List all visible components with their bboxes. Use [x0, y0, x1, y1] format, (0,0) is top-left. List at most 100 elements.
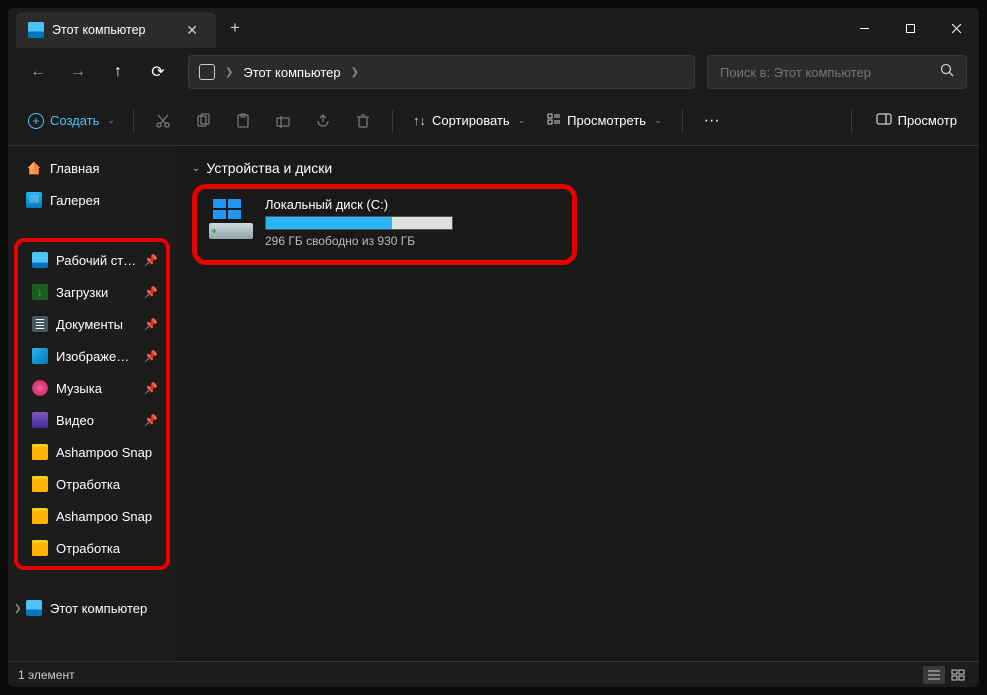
sidebar-item[interactable]: Галерея [12, 184, 172, 216]
back-button[interactable]: ← [20, 56, 56, 88]
sidebar-item[interactable]: Видео 📌 [18, 404, 166, 436]
this-pc-icon [28, 22, 44, 38]
close-tab-icon[interactable]: ✕ [180, 20, 204, 41]
sidebar-item[interactable]: ❯ Этот компьютер [12, 592, 172, 624]
pin-icon: 📌 [144, 382, 158, 395]
cut-button[interactable] [144, 104, 182, 138]
search-input[interactable] [720, 65, 932, 80]
folder-icon [32, 508, 48, 524]
sidebar-item-label: Музыка [56, 381, 136, 396]
sidebar-item-label: Ashampoo Snap [56, 509, 158, 524]
details-view-button[interactable] [923, 666, 945, 684]
sort-label: Сортировать [432, 113, 510, 128]
drive-status: 296 ГБ свободно из 930 ГБ [265, 234, 560, 248]
drive-c[interactable]: Локальный диск (C:) 296 ГБ свободно из 9… [265, 197, 560, 248]
delete-button[interactable] [344, 104, 382, 138]
sidebar-item[interactable]: Ashampoo Snap [18, 436, 166, 468]
view-label: Просмотреть [567, 113, 646, 128]
breadcrumb[interactable]: ❯ Этот компьютер ❯ [188, 55, 695, 89]
rename-button[interactable] [264, 104, 302, 138]
sidebar-item[interactable]: Изображения📌 [18, 340, 166, 372]
toolbar: + Создать ⌄ ↑↓ Сортировать ⌄ Просмотреть… [8, 96, 979, 146]
music-icon [32, 380, 48, 396]
sidebar-item-label: Этот компьютер [50, 601, 164, 616]
sidebar-item-label: Отработка [56, 541, 158, 556]
pin-icon: 📌 [144, 318, 158, 331]
preview-icon [876, 113, 892, 128]
docs-icon [32, 316, 48, 332]
images-icon [32, 348, 48, 364]
chevron-right-icon[interactable]: ❯ [225, 67, 233, 78]
up-button[interactable]: ↑ [100, 56, 136, 88]
tiles-view-button[interactable] [947, 666, 969, 684]
monitor-icon [199, 64, 215, 80]
pin-icon: 📌 [144, 254, 158, 267]
create-button[interactable]: + Создать ⌄ [20, 107, 123, 135]
sidebar-item-label: Рабочий стол [56, 253, 136, 268]
more-button[interactable]: ··· [693, 104, 731, 138]
pin-icon: 📌 [144, 286, 158, 299]
sidebar: ГлавнаяГалерея Рабочий стол📌Загрузки📌Док… [8, 146, 176, 661]
search-box[interactable] [707, 55, 967, 89]
home-icon [26, 160, 42, 176]
sidebar-item-label: Загрузки [56, 285, 136, 300]
sort-icon: ↑↓ [413, 113, 426, 128]
explorer-window: Этот компьютер ✕ + ← → ↑ ⟳ ❯ Этот компью… [8, 8, 979, 687]
video-icon [32, 412, 48, 428]
sidebar-item-label: Видео [56, 413, 136, 428]
sidebar-item-label: Документы [56, 317, 136, 332]
minimize-button[interactable] [841, 8, 887, 48]
titlebar: Этот компьютер ✕ + [8, 8, 979, 48]
drive-name: Локальный диск (C:) [265, 197, 560, 212]
drive-usage-bar [265, 216, 453, 230]
sidebar-item[interactable]: Рабочий стол 📌 [18, 244, 166, 276]
section-title: Устройства и диски [206, 160, 332, 176]
preview-pane-button[interactable]: Просмотр [866, 107, 967, 134]
close-button[interactable] [933, 8, 979, 48]
create-label: Создать [50, 113, 99, 128]
chevron-right-icon[interactable]: ❯ [14, 603, 22, 614]
sidebar-item[interactable]: Музыка 📌 [18, 372, 166, 404]
pc-icon [26, 600, 42, 616]
paste-button[interactable] [224, 104, 262, 138]
refresh-button[interactable]: ⟳ [140, 56, 176, 88]
sidebar-item-label: Ashampoo Snap [56, 445, 158, 460]
pin-icon: 📌 [144, 414, 158, 427]
share-button[interactable] [304, 104, 342, 138]
sort-button[interactable]: ↑↓ Сортировать ⌄ [403, 107, 535, 134]
tab-this-pc[interactable]: Этот компьютер ✕ [16, 12, 216, 48]
address-bar: ← → ↑ ⟳ ❯ Этот компьютер ❯ [8, 48, 979, 96]
annotation-pinned-highlight: Рабочий стол 📌 Загрузки 📌 Документы 📌 Изображе… [14, 238, 170, 570]
sidebar-item[interactable]: Загрузки 📌 [18, 276, 166, 308]
breadcrumb-location[interactable]: Этот компьютер [243, 65, 340, 80]
sidebar-item[interactable]: Документы 📌 [18, 308, 166, 340]
folder-icon [32, 476, 48, 492]
sidebar-item-label: Главная [50, 161, 164, 176]
content-area[interactable]: ⌄ Устройства и диски Локальный диск (C:)… [176, 146, 979, 661]
desktop-icon [32, 252, 48, 268]
search-icon[interactable] [940, 63, 954, 82]
section-devices-drives[interactable]: ⌄ Устройства и диски [192, 154, 963, 184]
chevron-down-icon: ⌄ [192, 163, 200, 174]
plus-icon: + [28, 113, 44, 129]
sidebar-item[interactable]: Ashampoo Snap [18, 500, 166, 532]
sidebar-item-label: Галерея [50, 193, 164, 208]
maximize-button[interactable] [887, 8, 933, 48]
preview-label: Просмотр [898, 113, 957, 128]
copy-button[interactable] [184, 104, 222, 138]
forward-button[interactable]: → [60, 56, 96, 88]
annotation-drive-highlight: Локальный диск (C:) 296 ГБ свободно из 9… [192, 184, 577, 265]
status-bar: 1 элемент [8, 661, 979, 687]
view-icon [547, 112, 561, 129]
folder-icon [32, 540, 48, 556]
sidebar-item[interactable]: Отработка [18, 468, 166, 500]
chevron-right-icon[interactable]: ❯ [351, 67, 359, 78]
item-count: 1 элемент [18, 668, 75, 682]
drive-c-icon [209, 199, 253, 239]
chevron-down-icon: ⌄ [107, 115, 115, 126]
sidebar-item[interactable]: Главная [12, 152, 172, 184]
new-tab-button[interactable]: + [216, 8, 254, 48]
sidebar-item[interactable]: Отработка [18, 532, 166, 564]
chevron-down-icon: ⌄ [654, 115, 662, 126]
view-button[interactable]: Просмотреть ⌄ [537, 106, 671, 135]
